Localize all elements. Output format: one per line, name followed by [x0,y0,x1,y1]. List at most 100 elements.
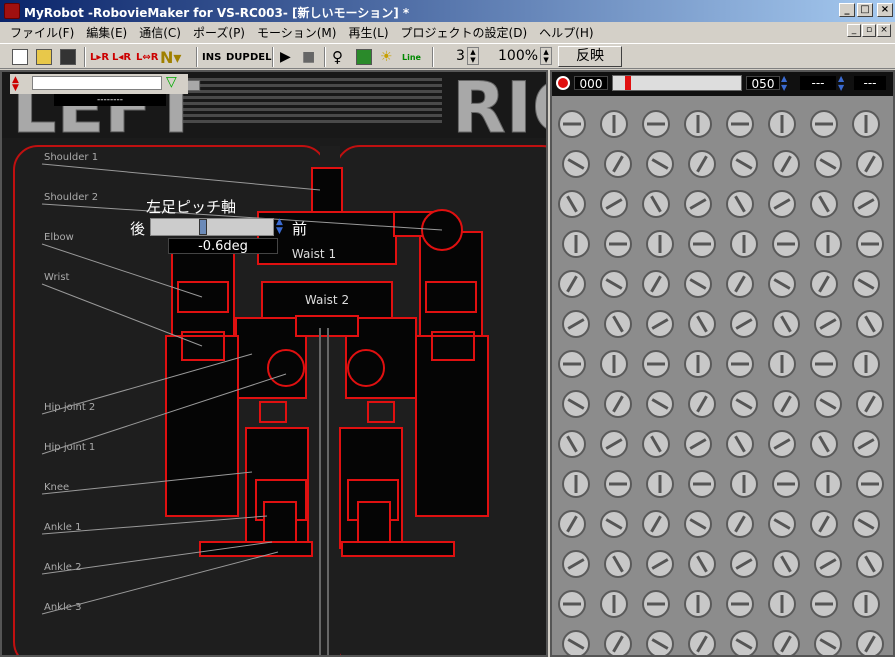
screw-head [852,190,880,218]
screw-texture [552,72,893,655]
apply-button[interactable]: 反映 [558,46,622,67]
screw-head [810,510,838,538]
frame-slider[interactable] [612,75,742,91]
menu-file[interactable]: ファイル(F) [4,24,80,41]
play-button[interactable]: ▶ [280,48,291,66]
screw-head [558,270,586,298]
screw-head [852,430,880,458]
lightbulb-icon: ☀ [380,49,393,65]
screw-head [814,150,842,178]
maximize-button[interactable]: □ [857,3,873,17]
screw-head [684,270,712,298]
screw-head [856,150,884,178]
left-hip-joint[interactable] [267,349,305,387]
insert-button[interactable]: INS [202,48,221,66]
screw-head [726,270,754,298]
joint-label-0: Shoulder 1 [44,152,98,163]
field2-spin-arrows[interactable]: ▲ ▼ [838,74,850,92]
menu-project[interactable]: プロジェクトの設定(D) [395,24,534,41]
screw-head [726,510,754,538]
screw-head [562,630,590,655]
screw-head [810,590,838,618]
screw-head [642,270,670,298]
screw-head [856,550,884,578]
zoom-spinner[interactable]: 100% ▲ ▼ [498,47,553,65]
record-icon[interactable] [556,76,570,90]
screw-head [688,310,716,338]
joint-slider-thumb[interactable] [199,219,207,235]
save-button[interactable] [60,48,76,66]
view-dropdown-icon[interactable]: ▽ [166,74,184,92]
screw-head [856,310,884,338]
screw-head [810,270,838,298]
open-file-button[interactable] [36,48,52,66]
menu-comm[interactable]: 通信(C) [133,24,187,41]
view-slider[interactable] [32,76,162,90]
waist2-label: Waist 2 [305,293,349,307]
minimize-button[interactable]: _ [839,3,855,17]
menu-play[interactable]: 再生(L) [342,24,394,41]
screw-head [604,550,632,578]
field2[interactable]: --- [800,76,836,90]
speed-spin-arrows[interactable]: ▲ ▼ [781,74,793,92]
screw-head [814,470,842,498]
step-spinner[interactable]: 3 ▲ ▼ [456,47,479,65]
menu-help[interactable]: ヘルプ(H) [533,24,599,41]
zoom-spin-arrows[interactable]: ▲ ▼ [540,47,553,65]
person-icon: ♀ [332,48,343,66]
step-spin-arrows[interactable]: ▲ ▼ [466,47,479,65]
screw-head [688,630,716,655]
screw-head [688,550,716,578]
close-button[interactable]: × [877,3,893,17]
delete-button[interactable]: DEL [250,48,272,66]
mdi-close-button[interactable]: × [877,24,891,37]
screw-head [856,630,884,655]
screw-head [562,390,590,418]
right-hip-joint[interactable] [347,349,385,387]
exit-pose-button[interactable] [356,48,372,66]
menu-pose[interactable]: ポーズ(P) [187,24,251,41]
light-button[interactable]: ☀ [380,48,393,66]
mdi-restore-button[interactable]: ▫ [862,24,876,37]
screw-head [730,470,758,498]
menu-edit[interactable]: 編集(E) [80,24,133,41]
toolbar-separator [196,47,198,67]
menu-bar: ファイル(F) 編集(E) 通信(C) ポーズ(P) モーション(M) 再生(L… [0,22,895,42]
field3[interactable]: --- [854,76,886,90]
line-button[interactable]: Line [402,48,421,66]
screw-head [772,230,800,258]
view-arrows-icon[interactable]: ▲ ▼ [12,76,26,93]
stop-button[interactable]: ■ [302,48,315,66]
mirror-r-to-l-button[interactable]: L◂R [112,48,131,66]
robot-pose-button[interactable]: ♀ [332,48,343,66]
duplicate-button[interactable]: DUP [226,48,250,66]
big-letters-right: RIG [452,72,548,149]
pose-control-bar: 000 050 ▲ ▼ --- ▲ ▼ --- [552,72,893,96]
frame-slider-thumb[interactable] [625,76,631,90]
screw-head [604,150,632,178]
screw-head [772,390,800,418]
screw-head [642,190,670,218]
screw-head [604,470,632,498]
screw-head [856,230,884,258]
joint-spin-arrows[interactable]: ▲ ▼ [276,218,290,236]
step-value: 3 [456,48,465,64]
mdi-minimize-button[interactable]: _ [847,24,861,37]
screw-head [558,510,586,538]
screw-head [730,150,758,178]
speed-field[interactable]: 050 [746,76,780,91]
app-icon[interactable] [4,3,20,19]
joint-slider[interactable] [150,218,274,236]
screw-head [684,350,712,378]
screw-head [730,630,758,655]
new-file-button[interactable] [12,48,28,66]
view-selector[interactable]: ▲ ▼ ▽ [10,74,188,94]
joint-value: -0.6deg [168,238,278,254]
n-tool-button[interactable]: N▾ [160,48,181,67]
swap-l-r-button[interactable]: L⇔R [136,48,158,66]
screw-head [814,230,842,258]
screw-head [642,510,670,538]
front-label: 前 [292,220,308,238]
mirror-l-to-r-button[interactable]: L▸R [90,48,109,66]
menu-motion[interactable]: モーション(M) [251,24,342,41]
